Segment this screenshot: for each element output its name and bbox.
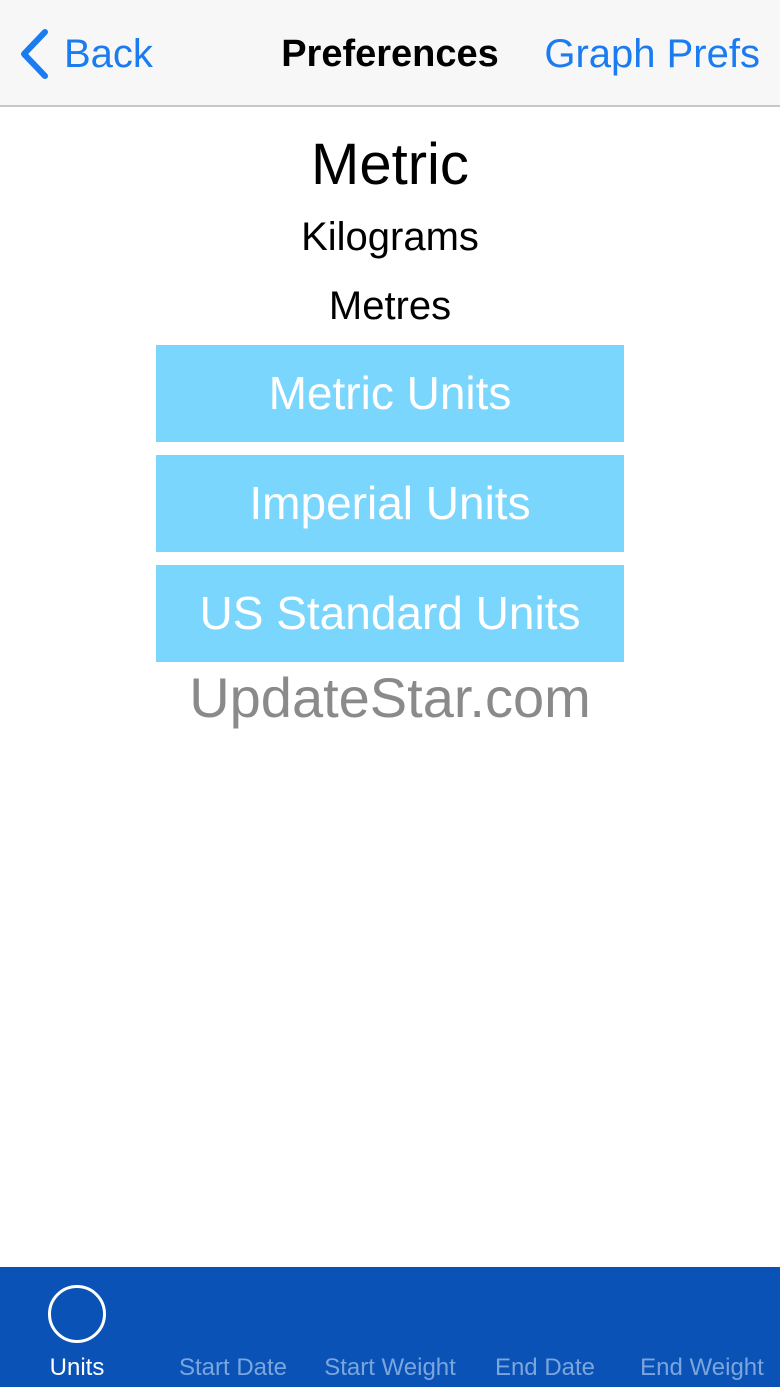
circle-icon: [48, 1285, 106, 1343]
tab-start-weight[interactable]: Start Weight: [312, 1267, 468, 1387]
tab-label: End Date: [494, 1354, 596, 1381]
preferences-screen: Back Preferences Graph Prefs Metric Kilo…: [0, 0, 780, 1387]
graph-prefs-button[interactable]: Graph Prefs: [544, 26, 760, 82]
chevron-left-icon: [18, 28, 50, 80]
back-label: Back: [64, 32, 153, 76]
metric-units-button[interactable]: Metric Units: [156, 345, 624, 442]
tab-start-date[interactable]: Start Date: [166, 1267, 300, 1387]
tab-units[interactable]: Units: [10, 1267, 144, 1387]
tab-label: Start Weight: [324, 1354, 456, 1381]
imperial-units-button[interactable]: Imperial Units: [156, 455, 624, 552]
tab-end-date[interactable]: End Date: [478, 1267, 612, 1387]
back-button[interactable]: Back: [18, 26, 153, 82]
watermark: UpdateStar.com: [189, 666, 591, 729]
weight-unit-label: Kilograms: [301, 215, 479, 259]
tab-label: Units: [49, 1354, 105, 1381]
page-title: Preferences: [281, 33, 499, 75]
us-standard-units-button[interactable]: US Standard Units: [156, 565, 624, 662]
tab-end-weight[interactable]: End Weight: [626, 1267, 778, 1387]
tab-label: End Weight: [640, 1354, 764, 1381]
tab-label: Start Date: [178, 1354, 288, 1381]
length-unit-label: Metres: [328, 284, 452, 328]
tab-bar: Units Start Date Start Weight End Date E…: [0, 1267, 780, 1387]
current-system-label: Metric: [311, 132, 469, 197]
navigation-bar: Back Preferences Graph Prefs: [0, 0, 780, 107]
